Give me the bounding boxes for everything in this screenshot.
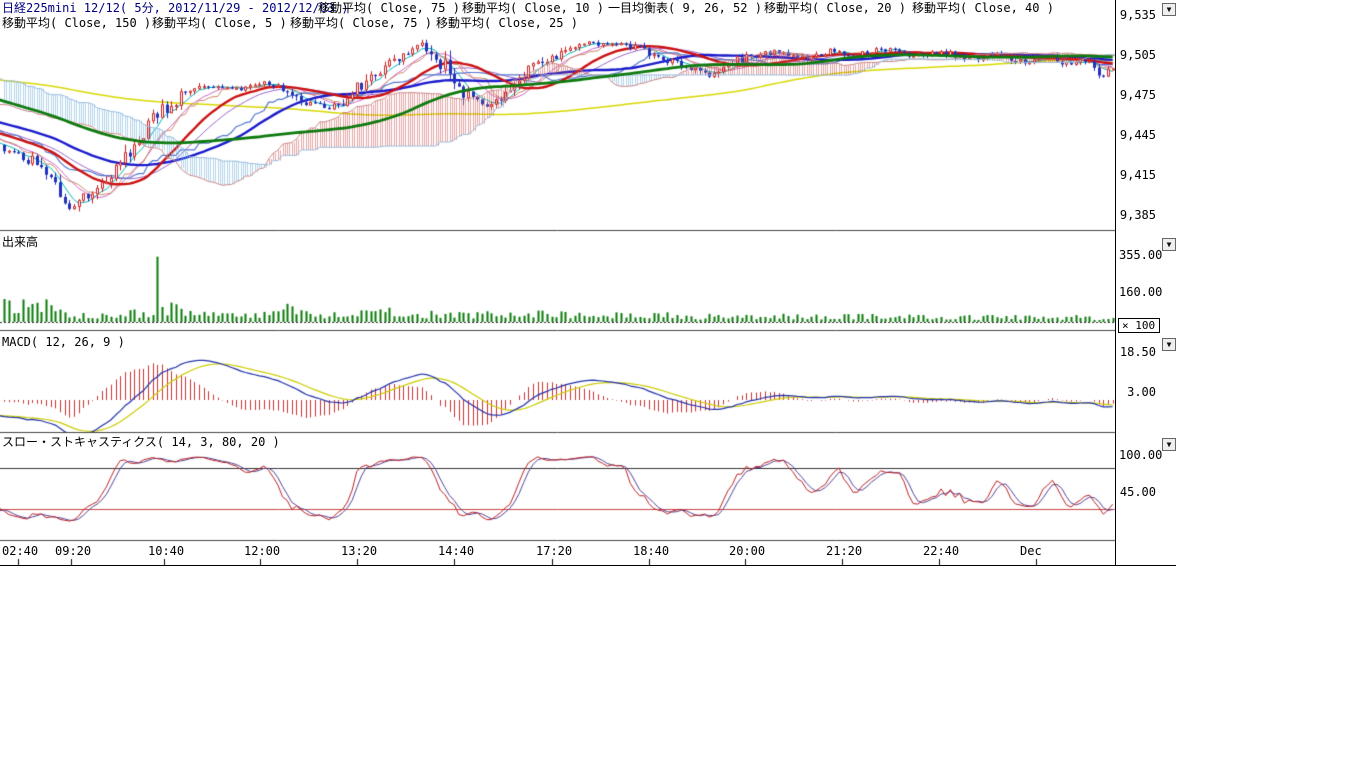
time-axis-label: 21:20	[826, 545, 862, 558]
volume-axis-label: 355.00	[1119, 249, 1156, 262]
stoch-panel-label: スロー・ストキャスティクス( 14, 3, 80, 20 )	[2, 436, 280, 449]
time-axis-label: 02:40	[2, 545, 38, 558]
price-axis-label: 9,475	[1119, 89, 1156, 102]
stoch-axis-label: 100.00	[1119, 449, 1156, 462]
macd-panel-menu-button[interactable]: ▼	[1162, 338, 1176, 351]
time-axis-label: 17:20	[536, 545, 572, 558]
legend-ichimoku-label: 一目均衡表( 9, 26, 52 )	[608, 2, 762, 15]
legend-ma20-label: 移動平均( Close, 20 )	[764, 2, 906, 15]
chart-application-window: 日経225mini 12/12( 5分, 2012/11/29 - 2012/1…	[0, 0, 1366, 768]
volume-panel-menu-button[interactable]: ▼	[1162, 238, 1176, 251]
time-axis-label: 09:20	[55, 545, 91, 558]
price-axis-label: 9,415	[1119, 169, 1156, 182]
time-axis-label: 12:00	[244, 545, 280, 558]
price-axis-label: 9,445	[1119, 129, 1156, 142]
chevron-down-icon: ▼	[1167, 240, 1172, 249]
macd-axis-label: 3.00	[1119, 386, 1156, 399]
legend-ma40-label: 移動平均( Close, 40 )	[912, 2, 1054, 15]
time-axis-label: 20:00	[729, 545, 765, 558]
chevron-down-icon: ▼	[1167, 440, 1172, 449]
time-axis-label: 18:40	[633, 545, 669, 558]
chevron-down-icon: ▼	[1167, 5, 1172, 14]
volume-axis-label: 160.00	[1119, 286, 1156, 299]
legend-ma5-label: 移動平均( Close, 5 )	[152, 17, 287, 30]
time-axis-label: 22:40	[923, 545, 959, 558]
volume-panel-label: 出来高	[2, 236, 38, 249]
macd-panel-label: MACD( 12, 26, 9 )	[2, 336, 125, 349]
main-panel-menu-button[interactable]: ▼	[1162, 3, 1176, 16]
stoch-axis-label: 45.00	[1119, 486, 1156, 499]
legend-ma25-label: 移動平均( Close, 25 )	[436, 17, 578, 30]
legend-ma10-label: 移動平均( Close, 10 )	[462, 2, 604, 15]
macd-axis-label: 18.50	[1119, 346, 1156, 359]
bottom-axis-border	[0, 565, 1176, 566]
price-axis-label: 9,385	[1119, 209, 1156, 222]
time-axis-label: 10:40	[148, 545, 184, 558]
chart-title: 日経225mini 12/12( 5分, 2012/11/29 - 2012/1…	[2, 2, 349, 15]
chart-canvas[interactable]	[0, 0, 1115, 566]
price-axis-border	[1115, 0, 1116, 566]
volume-multiplier-box: × 100	[1118, 318, 1160, 333]
time-axis-label: 13:20	[341, 545, 377, 558]
legend-ma75b-label: 移動平均( Close, 75 )	[290, 17, 432, 30]
price-axis-label: 9,505	[1119, 49, 1156, 62]
chevron-down-icon: ▼	[1167, 340, 1172, 349]
stoch-panel-menu-button[interactable]: ▼	[1162, 438, 1176, 451]
legend-ma150-label: 移動平均( Close, 150 )	[2, 17, 151, 30]
price-axis-label: 9,535	[1119, 9, 1156, 22]
time-axis-label: 14:40	[438, 545, 474, 558]
legend-ma75-label: 移動平均( Close, 75 )	[318, 2, 460, 15]
time-axis-label: Dec	[1020, 545, 1042, 558]
